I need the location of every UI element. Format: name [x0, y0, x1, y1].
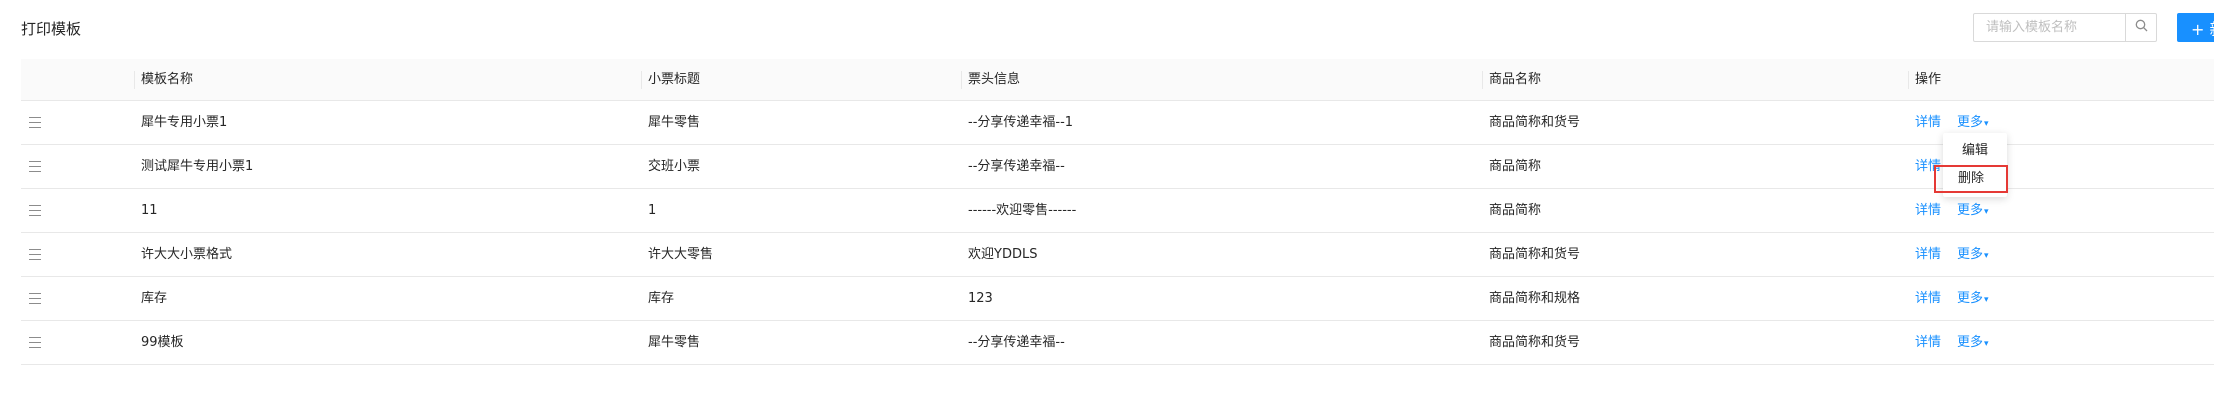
edit-menu-item[interactable]: 编辑 — [1943, 137, 2007, 165]
column-divider — [134, 71, 135, 89]
more-label: 更多 — [1957, 291, 1984, 306]
detail-link[interactable]: 详情 — [1915, 233, 1941, 276]
table-row: 99模板 犀牛零售 --分享传递幸福-- 商品简称和货号 详情 更多▾ — [21, 321, 2214, 365]
search-box — [1973, 13, 2157, 42]
table-row: 许大大小票格式 许大大零售 欢迎YDDLS 商品简称和货号 详情 更多▾ — [21, 233, 2214, 277]
cell-receipt-title: 交班小票 — [648, 159, 701, 174]
detail-link[interactable]: 详情 — [1915, 189, 1941, 232]
more-dropdown-menu: 编辑 删除 — [1934, 133, 2008, 197]
drag-handle-icon[interactable] — [29, 117, 41, 128]
header-ticket-header-info: 票头信息 — [968, 72, 1021, 87]
cell-receipt-title: 许大大零售 — [648, 247, 714, 262]
cell-product-name: 商品简称 — [1489, 159, 1542, 174]
column-divider — [961, 71, 962, 89]
detail-link[interactable]: 详情 — [1915, 321, 1941, 364]
chevron-down-icon: ▾ — [1984, 207, 1989, 217]
drag-handle-icon[interactable] — [29, 337, 41, 348]
drag-handle-icon[interactable] — [29, 249, 41, 260]
cell-template-name: 99模板 — [141, 335, 184, 350]
cell-template-name: 犀牛专用小票1 — [141, 115, 228, 130]
cell-template-name: 11 — [141, 203, 158, 218]
cell-header-info: --分享传递幸福-- — [968, 159, 1065, 174]
more-label: 更多 — [1957, 203, 1984, 218]
cell-product-name: 商品简称和规格 — [1489, 291, 1581, 306]
more-dropdown-trigger[interactable]: 更多▾ — [1957, 233, 1989, 278]
cell-header-info: 欢迎YDDLS — [968, 247, 1038, 262]
column-divider — [1482, 71, 1483, 89]
header-template-name: 模板名称 — [141, 72, 194, 87]
cell-header-info: ------欢迎零售------ — [968, 203, 1077, 218]
header-product-name: 商品名称 — [1489, 72, 1542, 87]
cell-receipt-title: 犀牛零售 — [648, 335, 701, 350]
drag-handle-icon[interactable] — [29, 161, 41, 172]
page-title: 打印模板 — [21, 20, 82, 38]
cell-product-name: 商品简称和货号 — [1489, 115, 1581, 130]
table-row: 库存 库存 123 商品简称和规格 详情 更多▾ — [21, 277, 2214, 321]
header-receipt-title: 小票标题 — [648, 72, 701, 87]
detail-link[interactable]: 详情 — [1915, 101, 1941, 144]
search-icon — [2135, 19, 2148, 36]
more-dropdown-trigger[interactable]: 更多▾ — [1957, 277, 1989, 322]
table-header: 模板名称 小票标题 票头信息 商品名称 操作 — [21, 59, 2214, 101]
drag-handle-icon[interactable] — [29, 205, 41, 216]
table-row: 11 1 ------欢迎零售------ 商品简称 详情 更多▾ — [21, 189, 2214, 233]
cell-product-name: 商品简称和货号 — [1489, 247, 1581, 262]
column-divider — [1908, 71, 1909, 89]
cell-header-info: --分享传递幸福--1 — [968, 115, 1074, 130]
detail-link[interactable]: 详情 — [1915, 277, 1941, 320]
table-row: 测试犀牛专用小票1 交班小票 --分享传递幸福-- 商品简称 详情 — [21, 145, 2214, 189]
header-actions: 操作 — [1915, 72, 1942, 87]
search-button[interactable] — [2125, 14, 2156, 41]
cell-template-name: 许大大小票格式 — [141, 247, 233, 262]
cell-receipt-title: 1 — [648, 203, 657, 218]
chevron-down-icon: ▾ — [1984, 339, 1989, 349]
more-label: 更多 — [1957, 115, 1984, 130]
add-template-button[interactable]: + 新 — [2177, 13, 2214, 42]
delete-menu-item[interactable]: 删除 — [1934, 165, 2008, 193]
cell-header-info: --分享传递幸福-- — [968, 335, 1065, 350]
more-label: 更多 — [1957, 335, 1984, 350]
cell-template-name: 测试犀牛专用小票1 — [141, 159, 254, 174]
template-table: 模板名称 小票标题 票头信息 商品名称 操作 犀牛专用小票1 犀牛零售 --分享… — [21, 59, 2214, 365]
chevron-down-icon: ▾ — [1984, 119, 1989, 129]
cell-receipt-title: 库存 — [648, 291, 675, 306]
chevron-down-icon: ▾ — [1984, 295, 1989, 305]
cell-product-name: 商品简称 — [1489, 203, 1542, 218]
more-label: 更多 — [1957, 247, 1984, 262]
cell-template-name: 库存 — [141, 291, 168, 306]
drag-handle-icon[interactable] — [29, 293, 41, 304]
cell-product-name: 商品简称和货号 — [1489, 335, 1581, 350]
cell-header-info: 123 — [968, 291, 993, 306]
cell-receipt-title: 犀牛零售 — [648, 115, 701, 130]
chevron-down-icon: ▾ — [1984, 251, 1989, 261]
more-dropdown-trigger[interactable]: 更多▾ — [1957, 321, 1989, 366]
search-input[interactable] — [1974, 14, 2125, 41]
column-divider — [641, 71, 642, 89]
table-row: 犀牛专用小票1 犀牛零售 --分享传递幸福--1 商品简称和货号 详情 更多▾ — [21, 101, 2214, 145]
